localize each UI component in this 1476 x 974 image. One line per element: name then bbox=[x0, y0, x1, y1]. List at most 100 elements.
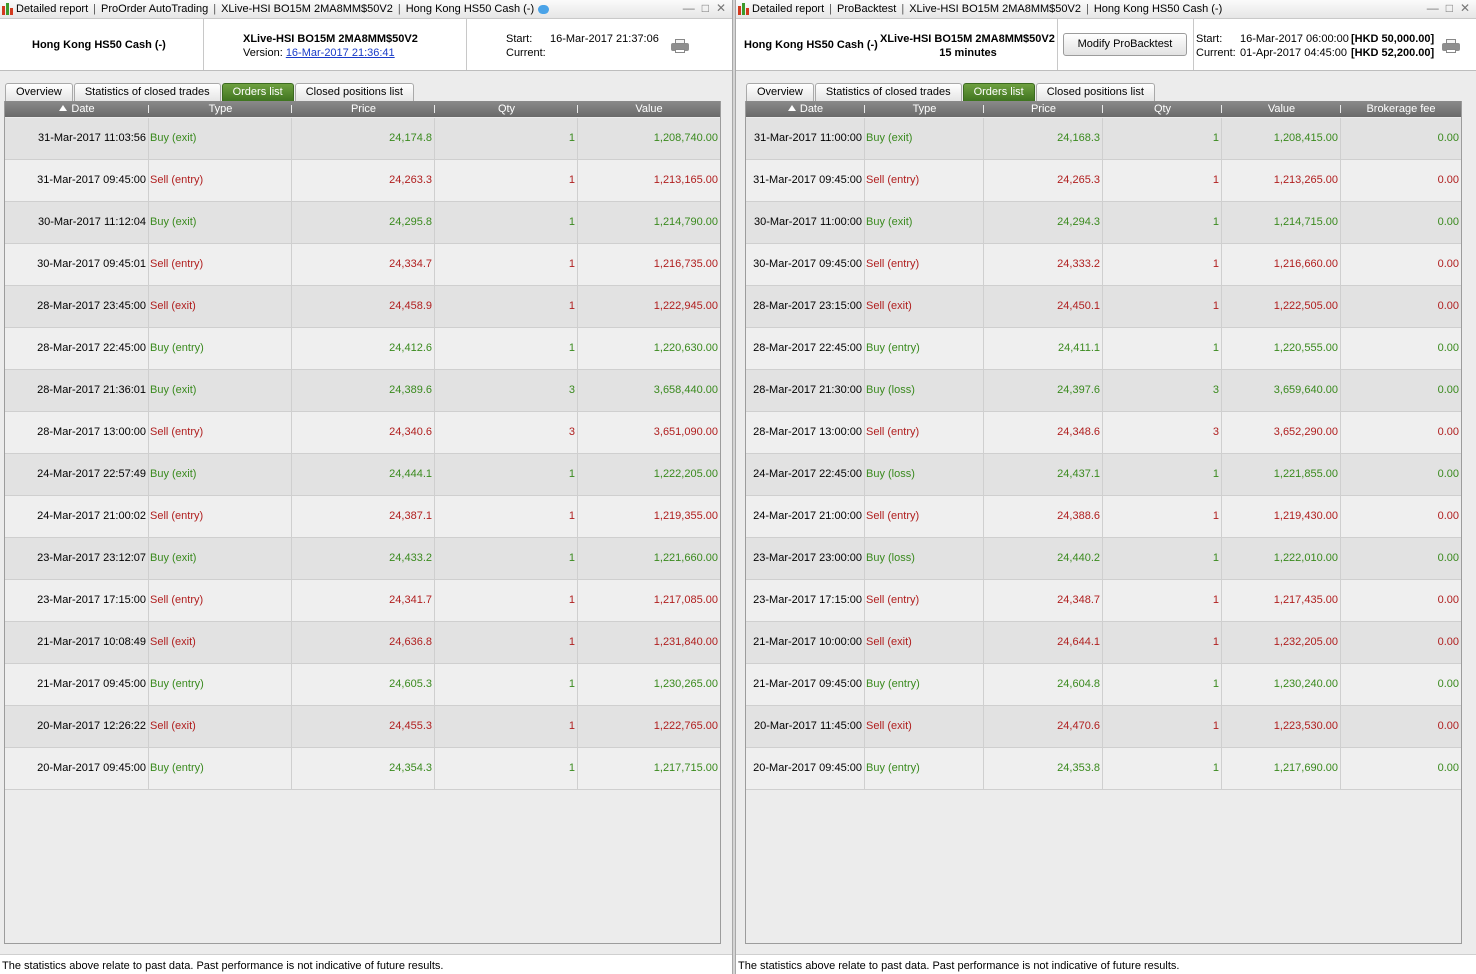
col-header-date[interactable]: Date bbox=[746, 101, 865, 117]
col-header-type[interactable]: Type bbox=[149, 101, 292, 117]
maximize-icon[interactable]: □ bbox=[1446, 1, 1453, 15]
table-row[interactable]: 20-Mar-2017 09:45:00 Buy (entry) 24,353.8 1… bbox=[746, 748, 1461, 790]
tab-orders-list[interactable]: Orders list bbox=[962, 83, 1035, 101]
col-header-price[interactable]: Price bbox=[292, 101, 435, 117]
timeframe: 15 minutes bbox=[939, 47, 997, 59]
table-row[interactable]: 31-Mar-2017 09:45:00 Sell (entry) 24,265.3… bbox=[746, 160, 1461, 202]
cell-date: 20-Mar-2017 09:45:00 bbox=[746, 748, 865, 789]
col-header-type[interactable]: Type bbox=[865, 101, 984, 117]
table-row[interactable]: 30-Mar-2017 09:45:01 Sell (entry) 24,334.7… bbox=[5, 244, 720, 286]
table-row[interactable]: 28-Mar-2017 23:45:00 Sell (exit) 24,458.9 1… bbox=[5, 286, 720, 328]
table-row[interactable]: 23-Mar-2017 17:15:00 Sell (entry) 24,348.7… bbox=[746, 580, 1461, 622]
col-header-value[interactable]: Value bbox=[578, 101, 720, 117]
col-header-date[interactable]: Date bbox=[5, 101, 149, 117]
current-label: Current: bbox=[506, 47, 546, 59]
cell-fee: 0.00 bbox=[1437, 174, 1459, 186]
table-row[interactable]: 23-Mar-2017 17:15:00 Sell (entry) 24,341.7… bbox=[5, 580, 720, 622]
version-link[interactable]: 16-Mar-2017 21:36:41 bbox=[286, 47, 395, 59]
tab-overview[interactable]: Overview bbox=[5, 83, 73, 101]
tab-statistics[interactable]: Statistics of closed trades bbox=[814, 83, 962, 101]
table-row[interactable]: 28-Mar-2017 22:45:00 Buy (entry) 24,412.6 1… bbox=[5, 328, 720, 370]
cell-type: Sell (exit) bbox=[865, 286, 984, 327]
cell-qty: 1 bbox=[1103, 664, 1222, 705]
cell-value: 1,223,530.00 bbox=[1222, 706, 1341, 747]
table-row[interactable]: 23-Mar-2017 23:00:00 Buy (loss) 24,440.2 1 1… bbox=[746, 538, 1461, 580]
window-titlebar[interactable]: Detailed report | ProOrder AutoTrading |… bbox=[0, 0, 732, 19]
cell-qty: 1 bbox=[435, 286, 578, 327]
tab-closed-positions[interactable]: Closed positions list bbox=[294, 83, 414, 101]
tab-orders-list[interactable]: Orders list bbox=[221, 83, 294, 101]
table-row[interactable]: 31-Mar-2017 11:03:56 Buy (exit) 24,174.8 1 1… bbox=[5, 118, 720, 160]
col-header-qty[interactable]: Qty bbox=[1103, 101, 1222, 117]
minimize-icon[interactable]: — bbox=[683, 1, 695, 15]
table-row[interactable]: 30-Mar-2017 11:00:00 Buy (exit) 24,294.3 1 1… bbox=[746, 202, 1461, 244]
cell-price: 24,470.6 bbox=[984, 706, 1103, 747]
table-row[interactable]: 24-Mar-2017 22:45:00 Buy (loss) 24,437.1 1 1… bbox=[746, 454, 1461, 496]
cell-price: 24,263.3 bbox=[292, 160, 435, 201]
cell-type: Buy (exit) bbox=[149, 454, 292, 495]
table-row[interactable]: 21-Mar-2017 09:45:00 Buy (entry) 24,605.3 1… bbox=[5, 664, 720, 706]
table-row[interactable]: 28-Mar-2017 21:30:00 Buy (loss) 24,397.6 3 3… bbox=[746, 370, 1461, 412]
table-row[interactable]: 21-Mar-2017 09:45:00 Buy (entry) 24,604.8 1… bbox=[746, 664, 1461, 706]
sort-up-icon bbox=[59, 105, 68, 112]
table-row[interactable]: 28-Mar-2017 22:45:00 Buy (entry) 24,411.1 1… bbox=[746, 328, 1461, 370]
table-row[interactable]: 20-Mar-2017 09:45:00 Buy (entry) 24,354.3 1… bbox=[5, 748, 720, 790]
cell-date: 28-Mar-2017 21:30:00 bbox=[746, 370, 865, 411]
table-row[interactable]: 28-Mar-2017 13:00:00 Sell (entry) 24,340.6… bbox=[5, 412, 720, 454]
table-row[interactable]: 28-Mar-2017 21:36:01 Buy (exit) 24,389.6 3 3… bbox=[5, 370, 720, 412]
table-row[interactable]: 28-Mar-2017 23:15:00 Sell (exit) 24,450.1 1… bbox=[746, 286, 1461, 328]
table-row[interactable]: 24-Mar-2017 22:57:49 Buy (exit) 24,444.1 1 1… bbox=[5, 454, 720, 496]
table-row[interactable]: 24-Mar-2017 21:00:02 Sell (entry) 24,387.1… bbox=[5, 496, 720, 538]
table-row[interactable]: 30-Mar-2017 09:45:00 Sell (entry) 24,333.2… bbox=[746, 244, 1461, 286]
cell-price: 24,411.1 bbox=[984, 328, 1103, 369]
printer-icon[interactable] bbox=[1442, 39, 1460, 53]
table-row[interactable]: 24-Mar-2017 21:00:00 Sell (entry) 24,388.6… bbox=[746, 496, 1461, 538]
cell-qty: 1 bbox=[435, 328, 578, 369]
cell-price: 24,450.1 bbox=[984, 286, 1103, 327]
cell-date: 23-Mar-2017 17:15:00 bbox=[746, 580, 865, 621]
table-row[interactable]: 20-Mar-2017 12:26:22 Sell (exit) 24,455.3 1… bbox=[5, 706, 720, 748]
start-value: 16-Mar-2017 06:00:00 bbox=[1240, 33, 1349, 45]
cell-price: 24,354.3 bbox=[292, 748, 435, 789]
table-row[interactable]: 21-Mar-2017 10:08:49 Sell (exit) 24,636.8 1… bbox=[5, 622, 720, 664]
maximize-icon[interactable]: □ bbox=[702, 1, 709, 15]
tab-overview[interactable]: Overview bbox=[746, 83, 814, 101]
col-header-value[interactable]: Value bbox=[1222, 101, 1341, 117]
cell-date: 30-Mar-2017 09:45:00 bbox=[746, 244, 865, 285]
table-row[interactable]: 21-Mar-2017 10:00:00 Sell (exit) 24,644.1 1… bbox=[746, 622, 1461, 664]
cell-qty: 1 bbox=[435, 706, 578, 747]
printer-icon[interactable] bbox=[671, 39, 689, 53]
col-header-qty[interactable]: Qty bbox=[435, 101, 578, 117]
cell-date: 28-Mar-2017 23:15:00 bbox=[746, 286, 865, 327]
table-row[interactable]: 28-Mar-2017 13:00:00 Sell (entry) 24,348.6… bbox=[746, 412, 1461, 454]
cell-type: Sell (entry) bbox=[865, 244, 984, 285]
table-row[interactable]: 31-Mar-2017 09:45:00 Sell (entry) 24,263.3… bbox=[5, 160, 720, 202]
window-titlebar[interactable]: Detailed report | ProBacktest | XLive-HS… bbox=[736, 0, 1476, 19]
current-label: Current: bbox=[1196, 47, 1236, 59]
orders-table: Date Type Price Qty Value 31-Mar-2017 11… bbox=[4, 101, 721, 944]
cell-value: 3,651,090.00 bbox=[653, 426, 718, 438]
table-row[interactable]: 20-Mar-2017 11:45:00 Sell (exit) 24,470.6 1… bbox=[746, 706, 1461, 748]
col-header-price[interactable]: Price bbox=[984, 101, 1103, 117]
table-row[interactable]: 23-Mar-2017 23:12:07 Buy (exit) 24,433.2 1 1… bbox=[5, 538, 720, 580]
table-row[interactable]: 30-Mar-2017 11:12:04 Buy (exit) 24,295.8 1 1… bbox=[5, 202, 720, 244]
cell-qty: 3 bbox=[1103, 412, 1222, 453]
cell-value: 1,213,265.00 bbox=[1222, 160, 1341, 201]
close-icon[interactable]: ✕ bbox=[716, 1, 726, 15]
cell-type: Buy (exit) bbox=[149, 538, 292, 579]
cell-fee: 0.00 bbox=[1437, 216, 1459, 228]
chat-bubble-icon[interactable] bbox=[538, 4, 550, 14]
modify-probacktest-button[interactable]: Modify ProBacktest bbox=[1063, 33, 1187, 56]
cell-value: 1,208,740.00 bbox=[653, 132, 718, 144]
minimize-icon[interactable]: — bbox=[1427, 1, 1439, 15]
col-header-brokerage-fee[interactable]: Brokerage fee bbox=[1341, 101, 1461, 117]
title-segment: Detailed report bbox=[752, 3, 825, 15]
cell-fee: 0.00 bbox=[1437, 552, 1459, 564]
close-icon[interactable]: ✕ bbox=[1460, 1, 1470, 15]
tab-closed-positions[interactable]: Closed positions list bbox=[1035, 83, 1155, 101]
tab-statistics[interactable]: Statistics of closed trades bbox=[73, 83, 221, 101]
autotrading-report-panel: Detailed report | ProOrder AutoTrading |… bbox=[0, 0, 732, 974]
table-row[interactable]: 31-Mar-2017 11:00:00 Buy (exit) 24,168.3 1 1… bbox=[746, 118, 1461, 160]
cell-qty: 1 bbox=[435, 622, 578, 663]
cell-date: 24-Mar-2017 22:57:49 bbox=[5, 454, 149, 495]
